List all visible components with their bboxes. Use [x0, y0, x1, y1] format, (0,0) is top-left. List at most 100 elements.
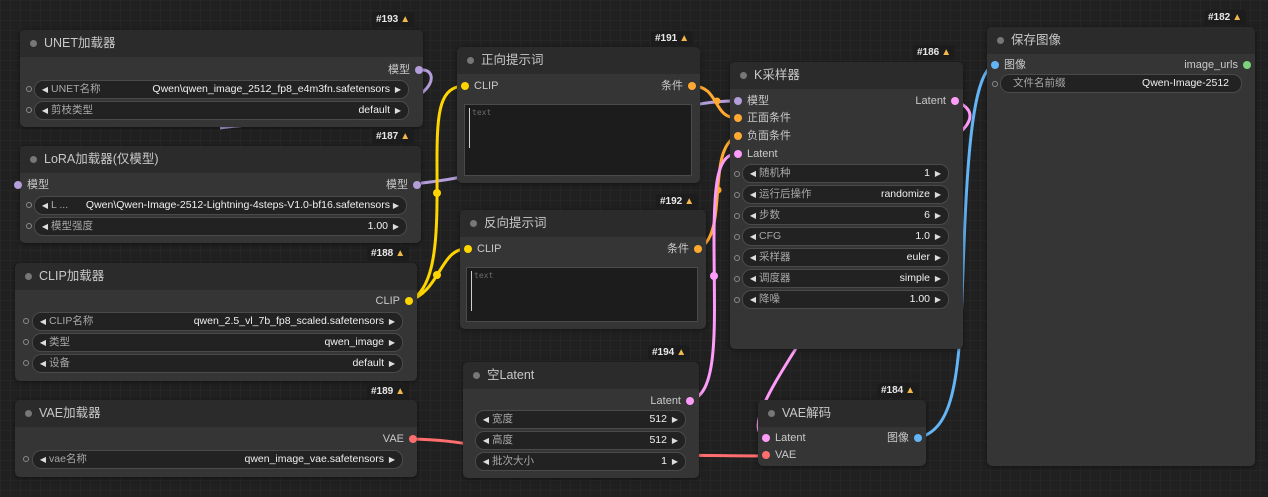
- slot-dot-icon[interactable]: [734, 114, 742, 122]
- arrow-left-icon[interactable]: ◀: [481, 411, 491, 428]
- node-title-bar[interactable]: 空Latent: [463, 362, 699, 389]
- node-title-bar[interactable]: VAE解码: [758, 400, 926, 427]
- slot-dot-icon[interactable]: [415, 66, 423, 74]
- slot-dot-icon[interactable]: [762, 434, 770, 442]
- arrow-right-icon[interactable]: ▶: [933, 270, 943, 287]
- widget-input-dot-icon[interactable]: [992, 81, 998, 87]
- collapse-dot-icon[interactable]: [997, 37, 1004, 44]
- input-slot-model[interactable]: 模型: [734, 93, 769, 109]
- arrow-left-icon[interactable]: ◀: [481, 453, 491, 470]
- slot-dot-icon[interactable]: [762, 451, 770, 459]
- arrow-left-icon[interactable]: ◀: [748, 249, 758, 266]
- arrow-right-icon[interactable]: ▶: [393, 102, 403, 119]
- output-slot-conditioning[interactable]: 条件: [667, 241, 702, 257]
- arrow-right-icon[interactable]: ▶: [670, 411, 680, 428]
- arrow-left-icon[interactable]: ◀: [748, 165, 758, 182]
- arrow-left-icon[interactable]: ◀: [38, 313, 48, 330]
- arrow-left-icon[interactable]: ◀: [40, 81, 50, 98]
- widget-input-dot-icon[interactable]: [734, 192, 740, 198]
- input-slot-latent[interactable]: Latent: [734, 146, 778, 162]
- widget-input-dot-icon[interactable]: [26, 223, 32, 229]
- slot-dot-icon[interactable]: [405, 297, 413, 305]
- widget-input-dot-icon[interactable]: [23, 318, 29, 324]
- widget-input-dot-icon[interactable]: [734, 276, 740, 282]
- slot-dot-icon[interactable]: [461, 82, 469, 90]
- slot-dot-icon[interactable]: [14, 181, 22, 189]
- denoise-number[interactable]: ◀ 降噪 1.00 ▶: [742, 290, 949, 309]
- clip-name-combo[interactable]: ◀ CLIP名称 qwen_2.5_vl_7b_fp8_scaled.safeten…: [32, 312, 403, 331]
- node-title-bar[interactable]: 反向提示词: [460, 210, 706, 237]
- input-slot-positive[interactable]: 正面条件: [734, 110, 791, 126]
- widget-input-dot-icon[interactable]: [26, 86, 32, 92]
- input-slot-clip[interactable]: CLIP: [461, 78, 498, 94]
- arrow-right-icon[interactable]: ▶: [391, 218, 401, 235]
- arrow-right-icon[interactable]: ▶: [387, 313, 397, 330]
- arrow-right-icon[interactable]: ▶: [933, 207, 943, 224]
- width-number[interactable]: ◀ 宽度 512 ▶: [475, 410, 686, 429]
- slot-dot-icon[interactable]: [951, 97, 959, 105]
- slot-dot-icon[interactable]: [688, 82, 696, 90]
- input-slot-latent[interactable]: Latent: [762, 430, 806, 446]
- widget-input-dot-icon[interactable]: [734, 213, 740, 219]
- node-negative-prompt[interactable]: 反向提示词 CLIP 条件 text: [460, 210, 706, 329]
- sampler-combo[interactable]: ◀ 采样器 euler ▶: [742, 248, 949, 267]
- widget-input-dot-icon[interactable]: [734, 297, 740, 303]
- output-slot-model[interactable]: 模型: [386, 177, 421, 193]
- node-title-bar[interactable]: K采样器: [730, 62, 963, 89]
- arrow-left-icon[interactable]: ◀: [748, 186, 758, 203]
- arrow-right-icon[interactable]: ▶: [933, 291, 943, 308]
- model-strength-slider[interactable]: ◀ 模型强度 1.00 ▶: [34, 217, 407, 236]
- node-vae-loader[interactable]: VAE加载器 VAE ◀ vae名称 qwen_image_vae.safetens…: [15, 400, 417, 477]
- slot-dot-icon[interactable]: [464, 245, 472, 253]
- node-title-bar[interactable]: UNET加载器: [20, 30, 423, 57]
- arrow-right-icon[interactable]: ▶: [933, 186, 943, 203]
- arrow-left-icon[interactable]: ◀: [38, 355, 48, 372]
- slot-dot-icon[interactable]: [734, 150, 742, 158]
- input-slot-negative[interactable]: 负面条件: [734, 128, 791, 144]
- unet-name-combo[interactable]: ◀ UNET名称 Qwen\qwen_image_2512_fp8_e4m3fn.s…: [34, 80, 409, 99]
- height-number[interactable]: ◀ 高度 512 ▶: [475, 431, 686, 450]
- output-slot-image-urls[interactable]: image_urls: [1184, 57, 1251, 73]
- node-empty-latent[interactable]: 空Latent Latent ◀ 宽度 512 ▶ ◀ 高度 512 ▶ ◀ 批次大小 1 ▶: [463, 362, 699, 478]
- collapse-dot-icon[interactable]: [25, 273, 32, 280]
- output-slot-conditioning[interactable]: 条件: [661, 78, 696, 94]
- slot-dot-icon[interactable]: [409, 435, 417, 443]
- node-title-bar[interactable]: 保存图像: [987, 27, 1255, 54]
- collapse-dot-icon[interactable]: [768, 410, 775, 417]
- arrow-right-icon[interactable]: ▶: [393, 81, 403, 98]
- collapse-dot-icon[interactable]: [30, 156, 37, 163]
- arrow-right-icon[interactable]: ▶: [387, 451, 397, 468]
- steps-number[interactable]: ◀ 步数 6 ▶: [742, 206, 949, 225]
- filename-prefix-field[interactable]: 文件名前缀 Qwen-Image-2512: [1000, 74, 1242, 93]
- slot-dot-icon[interactable]: [1243, 61, 1251, 69]
- clip-type-combo[interactable]: ◀ 类型 qwen_image ▶: [32, 333, 403, 352]
- output-slot-latent[interactable]: Latent: [915, 93, 959, 109]
- slot-dot-icon[interactable]: [914, 434, 922, 442]
- arrow-right-icon[interactable]: ▶: [387, 355, 397, 372]
- arrow-left-icon[interactable]: ◀: [748, 291, 758, 308]
- widget-input-dot-icon[interactable]: [23, 339, 29, 345]
- arrow-right-icon[interactable]: ▶: [670, 453, 680, 470]
- arrow-left-icon[interactable]: ◀: [481, 432, 491, 449]
- widget-input-dot-icon[interactable]: [26, 202, 32, 208]
- arrow-right-icon[interactable]: ▶: [933, 249, 943, 266]
- prompt-textarea[interactable]: text: [466, 267, 698, 322]
- collapse-dot-icon[interactable]: [470, 220, 477, 227]
- widget-input-dot-icon[interactable]: [23, 360, 29, 366]
- node-unet-loader[interactable]: UNET加载器 模型 ◀ UNET名称 Qwen\qwen_image_2512_f…: [20, 30, 423, 127]
- scheduler-combo[interactable]: ◀ 调度器 simple ▶: [742, 269, 949, 288]
- widget-input-dot-icon[interactable]: [23, 456, 29, 462]
- arrow-right-icon[interactable]: ▶: [933, 228, 943, 245]
- batch-size-number[interactable]: ◀ 批次大小 1 ▶: [475, 452, 686, 471]
- seed-number[interactable]: ◀ 随机种 1 ▶: [742, 164, 949, 183]
- prompt-textarea[interactable]: text: [464, 104, 692, 176]
- node-title-bar[interactable]: VAE加载器: [15, 400, 417, 427]
- arrow-left-icon[interactable]: ◀: [40, 102, 50, 119]
- arrow-left-icon[interactable]: ◀: [38, 451, 48, 468]
- arrow-left-icon[interactable]: ◀: [748, 270, 758, 287]
- slot-dot-icon[interactable]: [734, 132, 742, 140]
- slot-dot-icon[interactable]: [734, 97, 742, 105]
- node-positive-prompt[interactable]: 正向提示词 CLIP 条件 text: [457, 47, 700, 183]
- cfg-number[interactable]: ◀ CFG 1.0 ▶: [742, 227, 949, 246]
- arrow-left-icon[interactable]: ◀: [748, 207, 758, 224]
